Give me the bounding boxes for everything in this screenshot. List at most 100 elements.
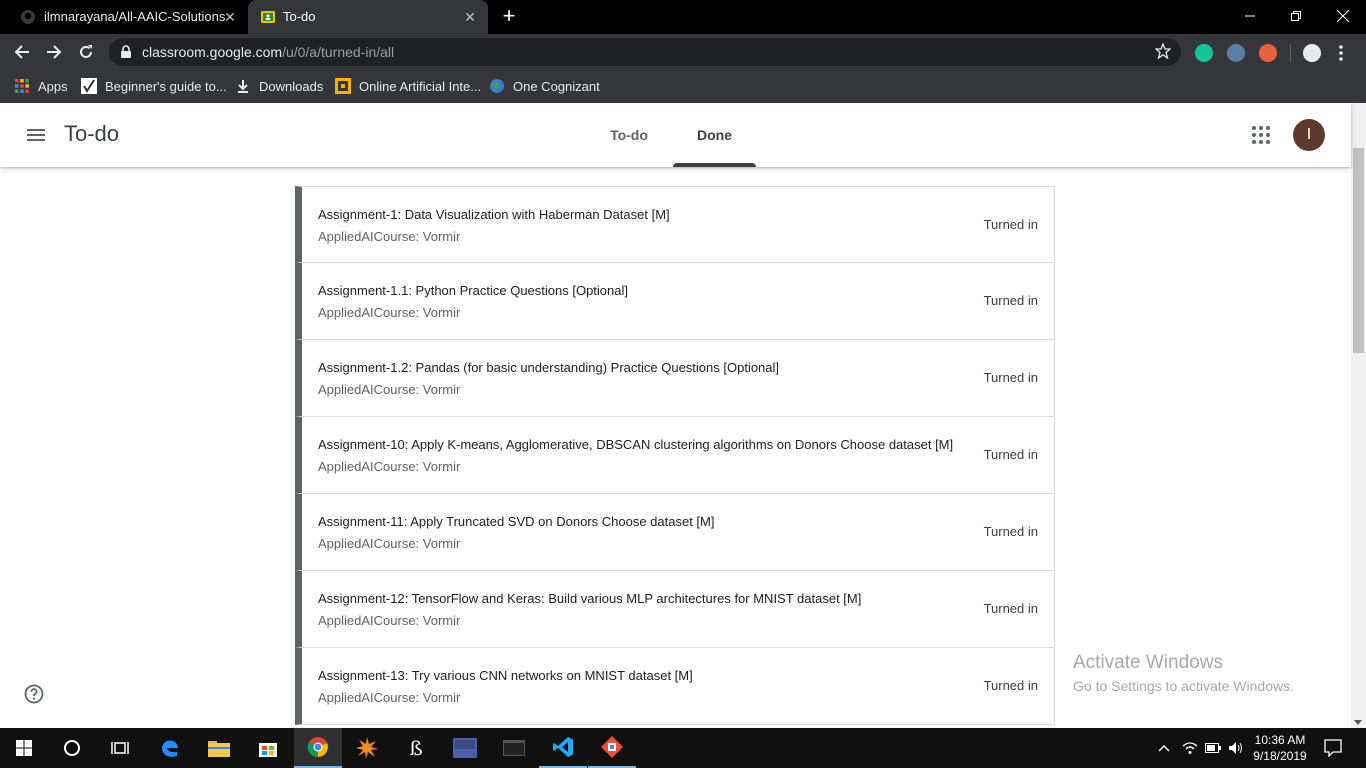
list-item[interactable]: Assignment-12: TensorFlow and Keras: Bui… <box>295 571 1055 648</box>
aai-icon <box>335 78 351 94</box>
tab-done[interactable]: Done <box>673 103 756 167</box>
bookmark-one-cognizant[interactable]: One Cognizant <box>489 76 600 96</box>
bookmark-downloads[interactable]: Downloads <box>235 76 323 96</box>
list-item[interactable]: Assignment-1.1: Python Practice Question… <box>295 263 1055 340</box>
extension-icon[interactable] <box>1227 44 1245 62</box>
assignment-title: Assignment-12: TensorFlow and Keras: Bui… <box>318 591 862 606</box>
tab-label: To-do <box>610 127 648 143</box>
more-menu-icon[interactable] <box>1338 44 1344 62</box>
toolbar-divider <box>1290 44 1291 62</box>
bookmark-label: Online Artificial Inte... <box>359 78 482 94</box>
task-view-button[interactable] <box>96 728 144 768</box>
bookmark-apps[interactable]: Apps <box>14 76 68 96</box>
sunburst-icon <box>356 737 378 759</box>
close-tab-icon[interactable]: ✕ <box>462 9 478 25</box>
bookmark-label: Downloads <box>259 78 324 94</box>
b-app[interactable]: ß <box>392 728 440 768</box>
address-bar[interactable]: classroom.google.com/u/0/a/turned-in/all <box>109 38 1181 66</box>
sunburst-app[interactable] <box>343 728 391 768</box>
start-button[interactable] <box>0 728 48 768</box>
chrome-icon <box>307 737 328 758</box>
action-center-button[interactable] <box>1318 728 1348 768</box>
browser-toolbar: classroom.google.com/u/0/a/turned-in/all <box>0 34 1366 70</box>
watermark-subtitle: Go to Settings to activate Windows. <box>1073 678 1294 694</box>
store-app[interactable] <box>244 728 292 768</box>
forward-arrow-icon <box>47 45 62 59</box>
devcpp-app[interactable] <box>441 728 489 768</box>
apps-grid-icon <box>15 79 29 93</box>
bookmark-label: Beginner's guide to... <box>105 78 227 94</box>
course-name: AppliedAICourse: Vormir <box>318 536 461 551</box>
new-tab-button[interactable]: + <box>498 5 520 28</box>
scroll-down-arrow-icon[interactable] <box>1354 720 1362 725</box>
minimize-button[interactable] <box>1227 0 1273 32</box>
status-label: Turned in <box>983 601 1038 616</box>
system-clock[interactable]: 10:36 AM 9/18/2019 <box>1248 732 1312 764</box>
restore-button[interactable] <box>1273 0 1319 32</box>
status-label: Turned in <box>983 293 1038 308</box>
help-icon[interactable] <box>24 684 44 704</box>
course-name: AppliedAICourse: Vormir <box>318 229 461 244</box>
file-explorer-app[interactable] <box>195 728 243 768</box>
reload-button[interactable] <box>72 38 100 66</box>
windows-logo-icon <box>16 740 32 756</box>
tab-title: ilmnarayana/All-AAIC-Solutions <box>44 9 226 24</box>
url-host: classroom.google.com <box>142 44 283 60</box>
volume-button[interactable] <box>1227 728 1245 768</box>
scrollbar-thumb[interactable] <box>1353 148 1364 353</box>
fox-extension-icon[interactable] <box>1259 44 1277 62</box>
list-item[interactable]: Assignment-10: Apply K-means, Agglomerat… <box>295 417 1055 494</box>
store-bag-icon <box>259 743 277 757</box>
back-arrow-icon <box>14 45 29 59</box>
forward-button[interactable] <box>40 38 68 66</box>
edge-app[interactable] <box>146 728 194 768</box>
chrome-app[interactable] <box>294 728 342 768</box>
page-scrollbar[interactable] <box>1351 103 1366 728</box>
bookmark-online-ai[interactable]: Online Artificial Inte... <box>335 76 481 96</box>
network-button[interactable] <box>1181 728 1199 768</box>
hamburger-menu-icon[interactable] <box>24 123 48 147</box>
minimize-icon <box>1245 15 1255 17</box>
grammarly-icon[interactable] <box>1195 44 1213 62</box>
course-name: AppliedAICourse: Vormir <box>318 305 461 320</box>
avatar[interactable]: I <box>1293 119 1325 151</box>
task-view-icon <box>111 742 129 754</box>
url-path: /u/0/a/turned-in/all <box>282 44 395 60</box>
search-button[interactable] <box>48 728 96 768</box>
app-bar: To-do To-do Done I <box>0 103 1351 167</box>
list-item[interactable]: Assignment-13: Try various CNN networks … <box>295 648 1055 725</box>
browser-tab-todo[interactable]: To-do ✕ <box>248 0 488 34</box>
activate-windows-watermark: Activate Windows Go to Settings to activ… <box>1073 652 1294 694</box>
status-label: Turned in <box>983 370 1038 385</box>
chevron-up-icon <box>1158 745 1170 752</box>
close-tab-icon[interactable]: ✕ <box>222 9 238 25</box>
clock-time: 10:36 AM <box>1254 733 1306 747</box>
close-window-button[interactable] <box>1320 0 1366 32</box>
vscode-app[interactable] <box>539 728 587 768</box>
status-label: Turned in <box>983 217 1038 232</box>
profile-icon[interactable] <box>1303 44 1321 62</box>
google-apps-icon[interactable] <box>1249 123 1273 147</box>
tab-title: To-do <box>283 9 316 24</box>
bookmarks-bar: Apps Beginner's guide to... Downloads On… <box>0 70 1366 103</box>
tab-todo[interactable]: To-do <box>598 103 660 167</box>
bookmark-beginners-guide[interactable]: Beginner's guide to... <box>81 76 227 96</box>
list-item[interactable]: Assignment-1: Data Visualization with Ha… <box>295 186 1055 263</box>
list-item[interactable]: Assignment-1.2: Pandas (for basic unders… <box>295 340 1055 417</box>
cortana-icon <box>64 740 80 756</box>
battery-button[interactable] <box>1204 728 1222 768</box>
console-app[interactable] <box>490 728 538 768</box>
bookmark-star-icon[interactable] <box>1155 43 1171 59</box>
back-button[interactable] <box>8 38 36 66</box>
b-letter-icon: ß <box>409 736 423 760</box>
tray-overflow-button[interactable] <box>1156 728 1172 768</box>
browser-tab-github[interactable]: ilmnarayana/All-AAIC-Solutions ✕ <box>0 0 248 34</box>
wifi-icon <box>1182 742 1198 754</box>
list-item[interactable]: Assignment-11: Apply Truncated SVD on Do… <box>295 494 1055 571</box>
bookmark-label: Apps <box>38 78 68 94</box>
course-name: AppliedAICourse: Vormir <box>318 690 461 705</box>
close-icon <box>1337 10 1349 22</box>
assignment-title: Assignment-13: Try various CNN networks … <box>318 668 693 683</box>
git-app[interactable] <box>588 728 636 768</box>
status-label: Turned in <box>983 447 1038 462</box>
